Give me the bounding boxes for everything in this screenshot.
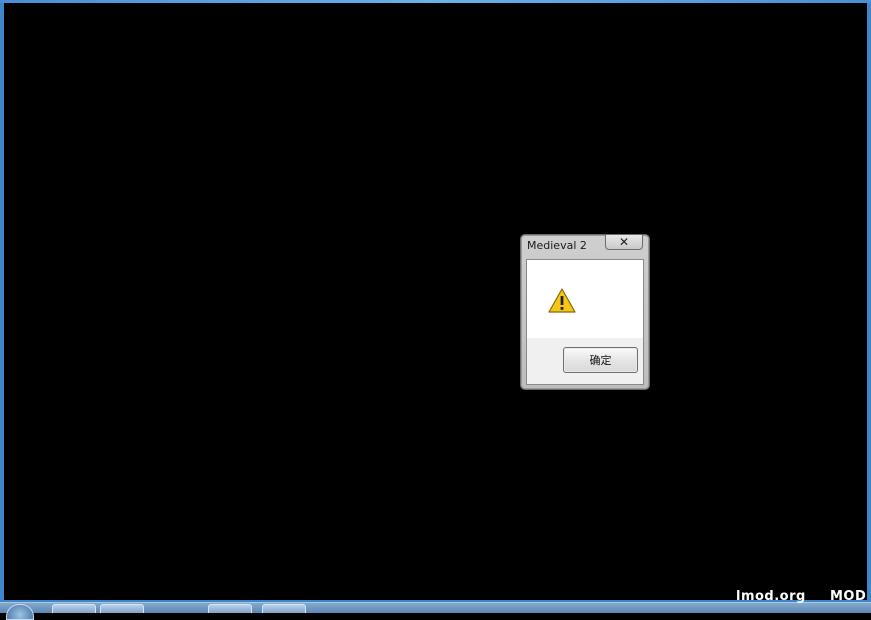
game-window bbox=[0, 0, 871, 604]
dialog-body: 确定 bbox=[526, 259, 644, 385]
warning-icon bbox=[548, 288, 576, 313]
start-button[interactable] bbox=[6, 604, 34, 620]
window-top-edge bbox=[0, 0, 871, 3]
error-dialog: Medieval 2 ✕ 确定 bbox=[520, 234, 650, 390]
dialog-message-area bbox=[527, 260, 643, 338]
watermark-tag: MOD bbox=[830, 589, 867, 604]
dialog-title: Medieval 2 bbox=[527, 239, 587, 252]
close-icon: ✕ bbox=[618, 235, 630, 249]
close-button[interactable]: ✕ bbox=[605, 235, 643, 250]
watermark-site: lmod.org bbox=[736, 589, 806, 604]
ok-button[interactable]: 确定 bbox=[563, 347, 638, 373]
